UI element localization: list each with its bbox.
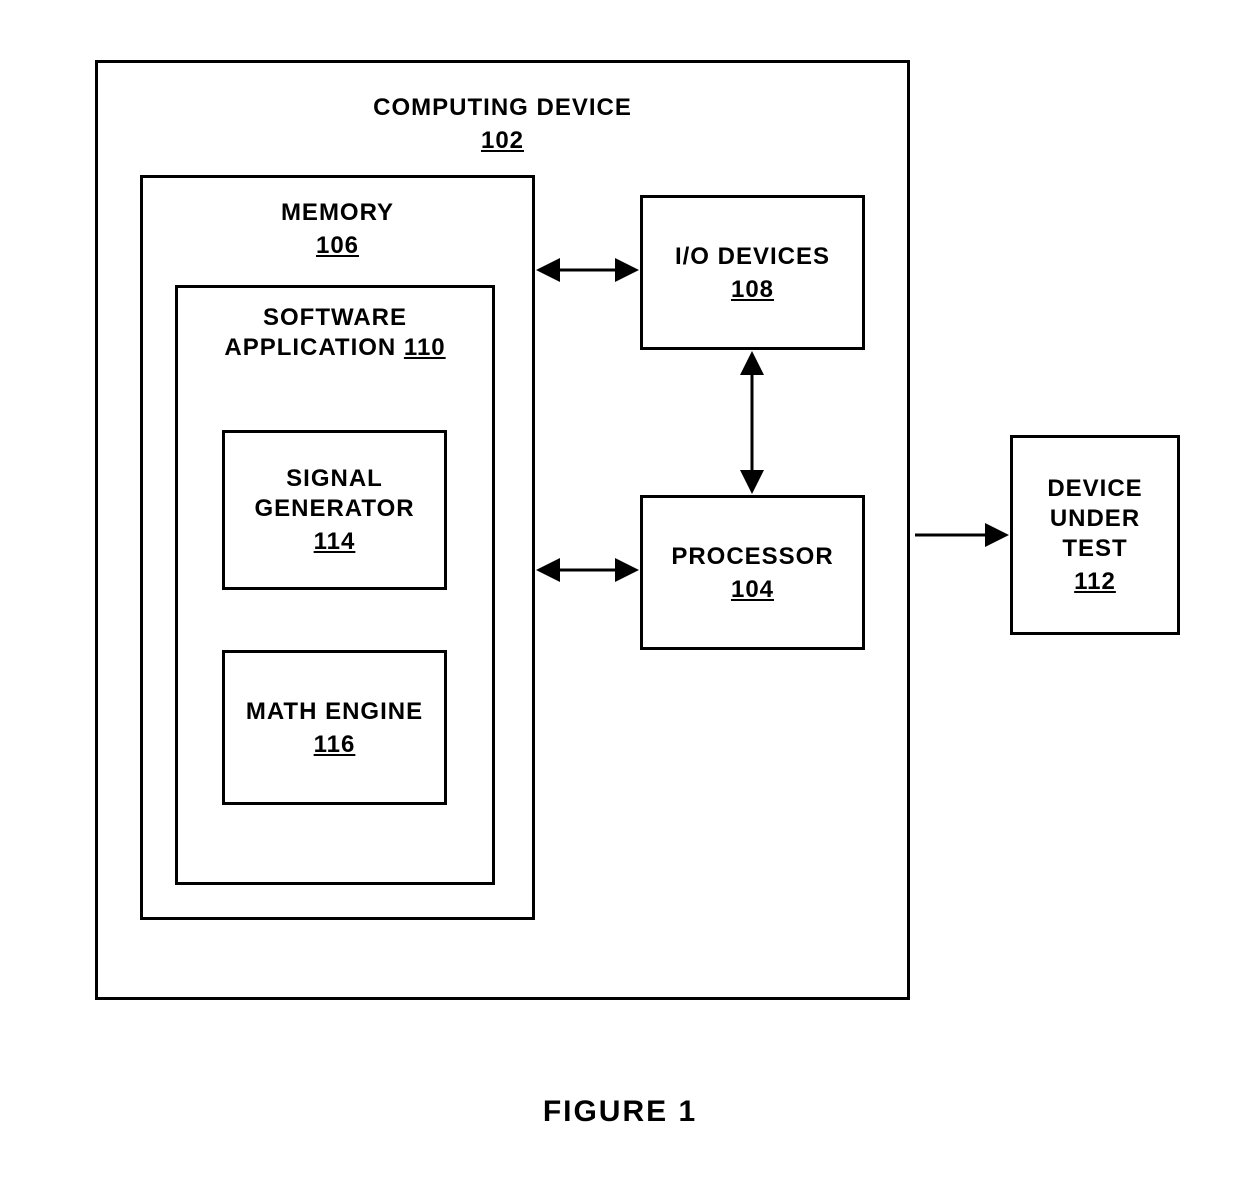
arrows-svg [0,0,1240,1195]
diagram-stage: COMPUTING DEVICE 102 MEMORY 106 SOFTWARE… [0,0,1240,1195]
figure-caption: FIGURE 1 [0,1095,1240,1129]
